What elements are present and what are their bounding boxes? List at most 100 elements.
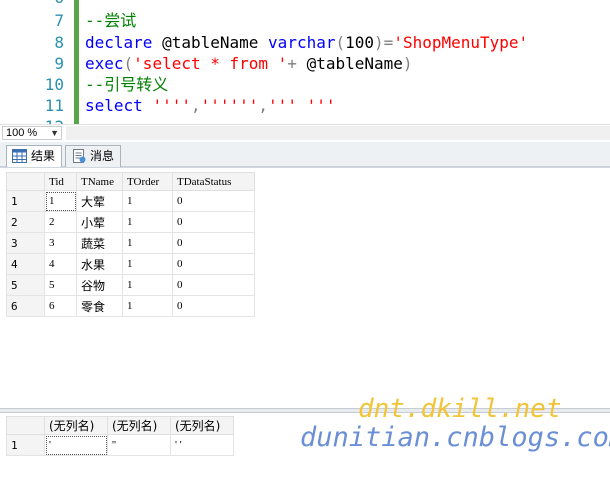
line-number: 10 <box>44 75 64 94</box>
line-number-gutter: 6 7 8 9 10 11 12 <box>0 0 72 124</box>
row-number[interactable]: 5 <box>6 274 45 296</box>
code-line-8[interactable]: declare @tableName varchar(100)='ShopMen… <box>85 32 528 53</box>
keyword: select <box>85 96 143 115</box>
cell[interactable]: '' <box>107 434 171 456</box>
cell[interactable]: 1 <box>122 232 173 254</box>
cell[interactable]: 1 <box>122 253 173 275</box>
result-table-1: Tid TName TOrder TDataStatus 1 1 大荤 1 0 … <box>6 172 255 317</box>
table-row[interactable]: 1 ' '' ' ' <box>6 434 234 456</box>
string-literal: '''' <box>152 96 191 115</box>
cell[interactable]: 0 <box>172 211 255 233</box>
cell[interactable]: 谷物 <box>76 274 123 296</box>
cell[interactable]: 大荤 <box>76 190 123 212</box>
results-tab-strip: 结果 消息 <box>0 142 610 167</box>
operator: + <box>287 54 297 73</box>
paren: ( <box>123 54 134 73</box>
row-number[interactable]: 6 <box>6 295 45 317</box>
change-indicator-bar <box>74 0 79 124</box>
result-grid-1: Tid TName TOrder TDataStatus 1 1 大荤 1 0 … <box>0 167 610 408</box>
cell[interactable]: ' ' <box>170 434 234 456</box>
paren: ) <box>402 54 413 73</box>
code-line-10[interactable]: --引号转义 <box>85 74 168 95</box>
cell[interactable]: 0 <box>172 232 255 254</box>
number: 100 <box>345 33 375 52</box>
comma: , <box>258 96 269 115</box>
cell[interactable]: 1 <box>122 295 173 317</box>
code-line-11[interactable]: select '''','''''',''' ''' <box>85 95 335 116</box>
horizontal-scrollbar[interactable] <box>66 126 610 140</box>
cell[interactable]: 0 <box>172 190 255 212</box>
zoom-dropdown[interactable]: 100 % ▼ <box>2 126 62 140</box>
line-number: 8 <box>54 33 64 52</box>
line-number: 12 <box>45 116 64 124</box>
table-row[interactable]: 6 6 零食 1 0 <box>6 295 255 317</box>
column-header[interactable]: TOrder <box>122 172 173 191</box>
cell[interactable]: 1 <box>44 190 77 212</box>
table-row[interactable]: 1 1 大荤 1 0 <box>6 190 255 212</box>
tab-messages[interactable]: 消息 <box>65 145 122 167</box>
row-number[interactable]: 2 <box>6 211 45 233</box>
string-literal: ''' ''' <box>268 96 336 115</box>
column-header[interactable]: (无列名) <box>44 416 108 435</box>
cell[interactable]: 零食 <box>76 295 123 317</box>
message-icon <box>71 149 86 163</box>
cell[interactable]: 0 <box>172 253 255 275</box>
column-header[interactable]: TName <box>76 172 123 191</box>
string-literal: '''''' <box>200 96 259 115</box>
column-header[interactable]: (无列名) <box>107 416 171 435</box>
cell[interactable]: 5 <box>44 274 77 296</box>
cell[interactable]: 蔬菜 <box>76 232 123 254</box>
cell[interactable]: 1 <box>122 190 173 212</box>
code-line-7[interactable]: --尝试 <box>85 10 136 31</box>
line-number: 7 <box>54 11 64 30</box>
line-number: 6 <box>54 0 64 8</box>
chevron-down-icon[interactable]: ▼ <box>50 127 59 139</box>
tab-results[interactable]: 结果 <box>6 145 63 167</box>
cell[interactable]: 1 <box>122 274 173 296</box>
cell[interactable]: 6 <box>44 295 77 317</box>
variable: @tableName <box>162 33 259 52</box>
operator: = <box>383 33 394 52</box>
table-row[interactable]: 3 3 蔬菜 1 0 <box>6 232 255 254</box>
column-header[interactable]: Tid <box>44 172 77 191</box>
keyword: declare <box>85 33 153 52</box>
cell[interactable]: 1 <box>122 211 173 233</box>
cell[interactable]: 4 <box>44 253 77 275</box>
comment: --引号转义 <box>85 75 169 94</box>
keyword: exec <box>85 54 124 73</box>
table-row[interactable]: 5 5 谷物 1 0 <box>6 274 255 296</box>
table-row[interactable]: 4 4 水果 1 0 <box>6 253 255 275</box>
row-number[interactable]: 4 <box>6 253 45 275</box>
string-literal: 'ShopMenuType' <box>393 33 529 52</box>
row-number[interactable]: 3 <box>6 232 45 254</box>
grid-icon <box>12 149 27 163</box>
cell[interactable]: 0 <box>172 274 255 296</box>
corner-cell[interactable] <box>6 172 45 191</box>
cell[interactable]: 小荤 <box>76 211 123 233</box>
paren: ( <box>335 33 346 52</box>
corner-cell[interactable] <box>6 416 45 435</box>
result-table-2: (无列名) (无列名) (无列名) 1 ' '' ' ' <box>6 416 234 456</box>
cell[interactable]: 0 <box>172 295 255 317</box>
cell[interactable]: 2 <box>44 211 77 233</box>
row-number[interactable]: 1 <box>6 434 45 456</box>
code-line-9[interactable]: exec('select * from '+ @tableName) <box>85 53 413 74</box>
cell[interactable]: ' <box>44 434 108 456</box>
comment: --尝试 <box>85 11 137 30</box>
row-number[interactable]: 1 <box>6 190 45 212</box>
header-row: Tid TName TOrder TDataStatus <box>6 172 255 191</box>
line-number: 11 <box>44 96 64 115</box>
sql-editor[interactable]: 6 7 8 9 10 11 12 --尝试 declare @tableName… <box>0 0 610 124</box>
string-literal: 'select * from ' <box>133 54 288 73</box>
cell[interactable]: 3 <box>44 232 77 254</box>
column-header[interactable]: (无列名) <box>170 416 234 435</box>
watermark-text: dnt.dkill.net <box>358 394 562 424</box>
table-row[interactable]: 2 2 小荤 1 0 <box>6 211 255 233</box>
comma: , <box>190 96 201 115</box>
watermark-text: dunitian.cnblogs.com <box>300 422 610 453</box>
cell[interactable]: 水果 <box>76 253 123 275</box>
column-header[interactable]: TDataStatus <box>172 172 255 191</box>
tab-label: 结果 <box>31 149 56 163</box>
variable: @tableName <box>306 54 403 73</box>
header-row: (无列名) (无列名) (无列名) <box>6 416 234 435</box>
